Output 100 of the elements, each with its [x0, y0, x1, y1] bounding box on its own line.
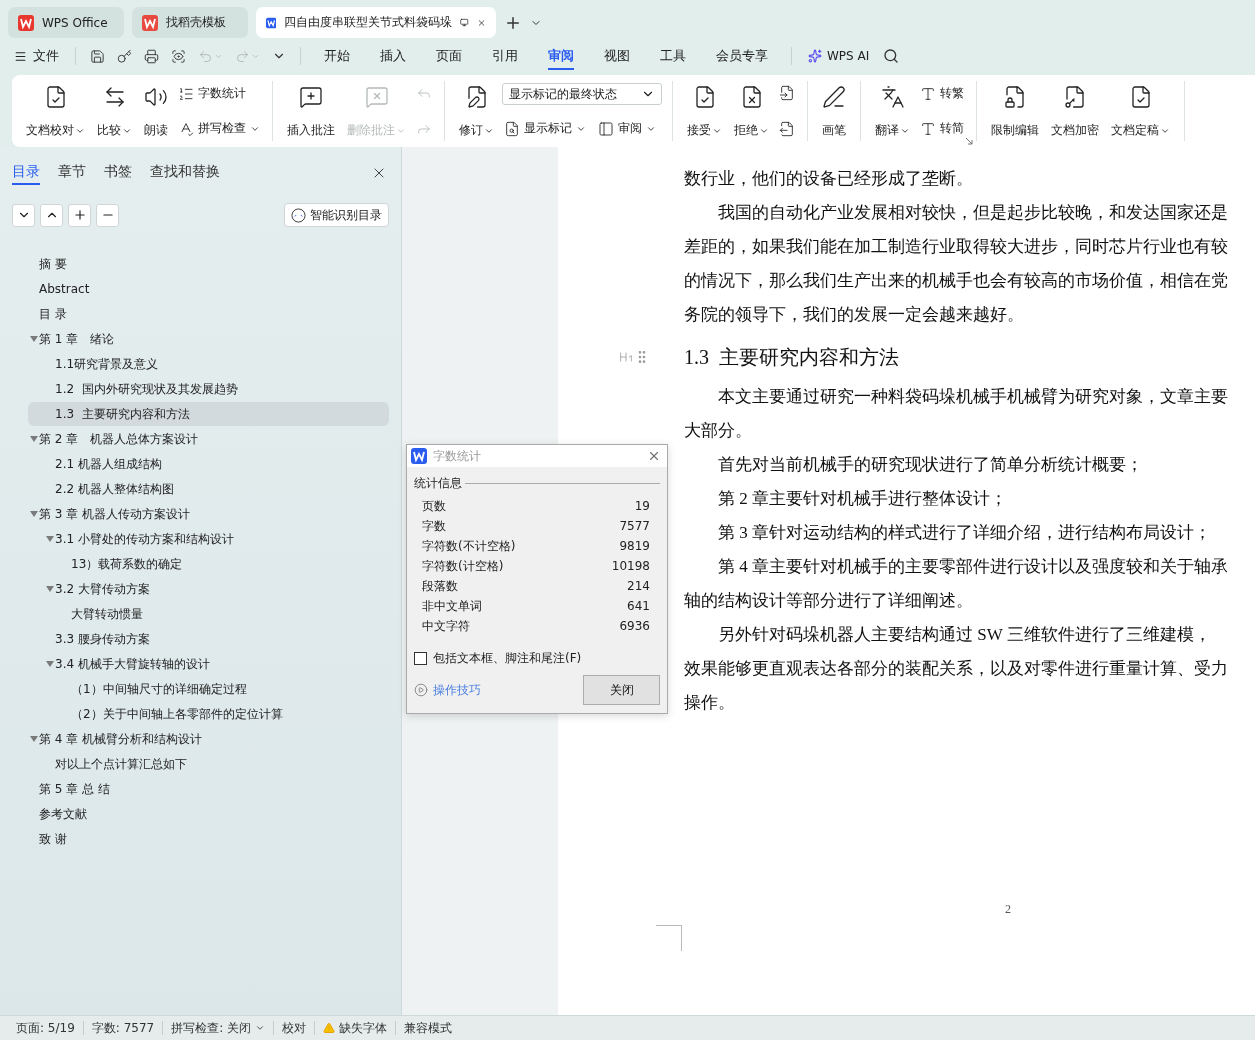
outline-item[interactable]: 第 1 章 绪论: [28, 327, 389, 351]
dialog-launcher-icon[interactable]: [965, 137, 973, 145]
outline-item[interactable]: 3.2 大臂传动方案: [28, 577, 389, 601]
paragraph-line: 务院的领导下，我们的发展一定会越来越好。: [684, 303, 1024, 326]
tips-link[interactable]: 操作技巧: [414, 681, 481, 699]
expanded-triangle-icon[interactable]: [29, 736, 38, 742]
paragraph-line: 差距的，如果我们能在加工制造行业取得较大进步，同时芯片行业也有较: [684, 235, 1228, 258]
outline-item[interactable]: 大臂转动惯量: [28, 602, 389, 626]
ribbon-button[interactable]: 文档加密: [1047, 81, 1103, 141]
status-item[interactable]: 缺失字体: [315, 1019, 396, 1037]
ribbon-button[interactable]: 拼写检查: [176, 118, 262, 139]
expand-button[interactable]: [12, 203, 35, 227]
ribbon-button[interactable]: 文档校对: [22, 81, 89, 141]
menu-tab[interactable]: 页面: [436, 42, 462, 70]
collapse-button[interactable]: [40, 203, 63, 227]
outline-item[interactable]: 1.3 主要研究内容和方法: [28, 402, 389, 426]
add-button[interactable]: [68, 203, 91, 227]
ribbon-button[interactable]: 比较: [93, 81, 136, 141]
ribbon-button[interactable]: 审阅: [596, 118, 658, 139]
ribbon-button[interactable]: 字数统计: [176, 83, 248, 104]
menu-tab[interactable]: 会员专享: [716, 42, 768, 70]
remove-button[interactable]: [96, 203, 119, 227]
status-item[interactable]: 校对: [274, 1019, 315, 1037]
ribbon-button[interactable]: 朗读: [140, 81, 172, 141]
outline-item[interactable]: 1.1研究背景及意义: [28, 352, 389, 376]
outline-item[interactable]: 13）载荷系数的确定: [28, 552, 389, 576]
ribbon-button[interactable]: 接受: [683, 81, 726, 141]
expanded-triangle-icon[interactable]: [45, 661, 54, 667]
outline-item[interactable]: 目 录: [28, 302, 389, 326]
ribbon-button[interactable]: 画笔: [818, 81, 850, 141]
ribbon-button[interactable]: 插入批注: [283, 81, 339, 141]
outline-item[interactable]: 3.1 小臂处的传动方案和结构设计: [28, 527, 389, 551]
document-in-icon: [779, 85, 795, 101]
app-tab[interactable]: WPS Office: [8, 7, 124, 38]
document-key-icon: [1063, 85, 1087, 109]
expanded-triangle-icon[interactable]: [29, 336, 38, 342]
menu-tab[interactable]: 引用: [492, 42, 518, 70]
outline-item[interactable]: （1）中间轴尺寸的详细确定过程: [28, 677, 389, 701]
ribbon-button[interactable]: 限制编辑: [987, 81, 1043, 141]
ribbon-button[interactable]: 显示标记: [502, 118, 588, 139]
markup-select[interactable]: 显示标记的最终状态: [502, 83, 662, 105]
ai-button[interactable]: WPS AI: [802, 48, 876, 64]
nav-tab[interactable]: 书签: [104, 161, 132, 185]
ribbon-button[interactable]: 转繁: [918, 83, 966, 104]
menu-tab[interactable]: 开始: [324, 42, 350, 70]
status-item[interactable]: 页面: 5/19: [8, 1019, 83, 1037]
status-item[interactable]: 兼容模式: [396, 1019, 461, 1037]
checkbox[interactable]: [414, 652, 427, 665]
stat-value: 214: [627, 579, 650, 593]
outline-item[interactable]: 致 谢: [28, 827, 389, 851]
status-item[interactable]: 字数: 7577: [83, 1019, 163, 1037]
menu-tab[interactable]: 视图: [604, 42, 630, 70]
app-tab[interactable]: 找稻壳模板: [132, 7, 248, 38]
text-icon: [920, 120, 936, 137]
speaker-icon: [144, 85, 168, 109]
app-tab[interactable]: 四自由度串联型关节式料袋码垛: [256, 7, 496, 38]
close-button[interactable]: 关闭: [583, 675, 660, 705]
outline-item[interactable]: 摘 要: [28, 252, 389, 276]
outline-item[interactable]: 第 4 章 机械臂分析和结构设计: [28, 727, 389, 751]
ribbon-button[interactable]: 翻译: [871, 81, 914, 141]
paragraph-line: 第 4 章主要针对机械手的主要零部件进行设计以及强度较和关于轴承: [718, 555, 1228, 578]
menu-tab[interactable]: 审阅: [548, 42, 574, 70]
status-item[interactable]: 拼写检查: 关闭: [163, 1019, 274, 1037]
outline-item[interactable]: 第 3 章 机器人传动方案设计: [28, 502, 389, 526]
outline-item[interactable]: 2.1 机器人组成结构: [28, 452, 389, 476]
nav-tab[interactable]: 目录: [12, 161, 40, 185]
paragraph-line: 本文主要通过研究一种料袋码垛机械手机械臂为研究对象，文章主要: [718, 385, 1228, 408]
stat-label: 字数: [422, 517, 446, 535]
outline-item[interactable]: 3.3 腰身传动方案: [28, 627, 389, 651]
outline-item[interactable]: Abstract: [28, 277, 389, 301]
expanded-triangle-icon[interactable]: [29, 511, 38, 517]
nav-tab[interactable]: 查找和替换: [150, 161, 220, 185]
paragraph-line: 效果能够更直观表达各部分的装配关系，以及对零件进行重量计算、受力: [684, 657, 1228, 680]
stat-value: 19: [634, 499, 650, 513]
ribbon-button[interactable]: 修订: [455, 81, 498, 141]
menu-tab[interactable]: 工具: [660, 42, 686, 70]
outline-item[interactable]: （2）关于中间轴上各零部件的定位计算: [28, 702, 389, 726]
outline-item[interactable]: 对以上个点计算汇总如下: [28, 752, 389, 776]
expanded-triangle-icon[interactable]: [29, 436, 38, 442]
expanded-triangle-icon[interactable]: [45, 536, 54, 542]
menu-tab[interactable]: 插入: [380, 42, 406, 70]
ribbon-button[interactable]: 拒绝: [730, 81, 773, 141]
expanded-triangle-icon[interactable]: [45, 586, 54, 592]
outline-item[interactable]: 参考文献: [28, 802, 389, 826]
nav-tab[interactable]: 章节: [58, 161, 86, 185]
outline-item[interactable]: 1.2 国内外研究现状及其发展趋势: [28, 377, 389, 401]
sparkle-icon: [808, 49, 822, 63]
smart-toc-button[interactable]: 智能识别目录: [284, 203, 389, 227]
stat-value: 9819: [619, 539, 650, 553]
checkbox-label: 包括文本框、脚注和尾注(F): [433, 650, 582, 667]
stat-label: 页数: [422, 497, 446, 515]
ribbon-button[interactable]: 转简: [918, 118, 966, 139]
outline-item[interactable]: 3.4 机械手大臂旋转轴的设计: [28, 652, 389, 676]
smart-face-icon: [291, 207, 306, 223]
ribbon-button[interactable]: 文档定稿: [1107, 81, 1174, 141]
outline-item[interactable]: 第 2 章 机器人总体方案设计: [28, 427, 389, 451]
close-icon[interactable]: [647, 449, 661, 463]
outline-item[interactable]: 第 5 章 总 结: [28, 777, 389, 801]
outline-item[interactable]: 2.2 机器人整体结构图: [28, 477, 389, 501]
file-menu[interactable]: 文件: [14, 47, 65, 65]
